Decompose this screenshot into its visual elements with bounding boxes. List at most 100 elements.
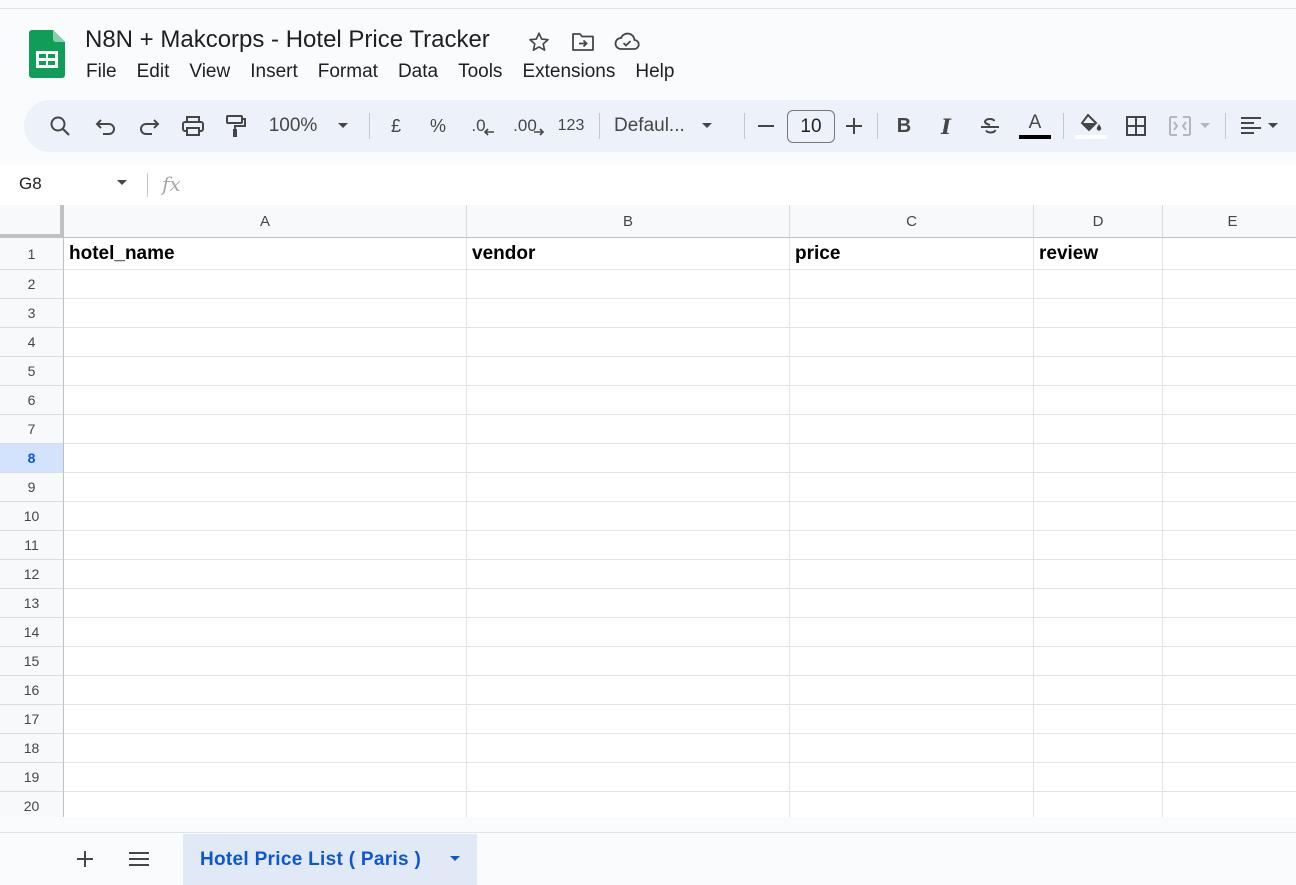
cell[interactable] [790, 357, 1034, 386]
strikethrough-button[interactable] [976, 110, 1004, 142]
cell[interactable] [64, 328, 467, 357]
cell[interactable] [467, 386, 790, 415]
cell[interactable] [1163, 618, 1296, 647]
percent-format-button[interactable]: % [424, 110, 452, 142]
cell[interactable] [467, 618, 790, 647]
cell[interactable] [1163, 705, 1296, 734]
spreadsheet-grid[interactable]: A B C D E 1 hotel_name vendor price review 2 3 4 5 6 7 8… [0, 205, 1296, 817]
borders-button[interactable] [1122, 110, 1150, 142]
menu-tools[interactable]: Tools [448, 59, 512, 87]
cell[interactable] [1163, 502, 1296, 531]
chevron-down-icon[interactable] [116, 179, 128, 187]
row-header[interactable]: 16 [0, 676, 64, 705]
cell[interactable] [1163, 763, 1296, 792]
cell[interactable] [790, 560, 1034, 589]
header-cell[interactable] [1163, 238, 1296, 270]
cell[interactable] [467, 647, 790, 676]
column-header[interactable]: B [467, 205, 790, 238]
cell[interactable] [64, 705, 467, 734]
cell[interactable] [467, 357, 790, 386]
cell[interactable] [1034, 676, 1163, 705]
menu-help[interactable]: Help [625, 59, 684, 87]
decrease-font-size-button[interactable] [754, 110, 778, 142]
cell[interactable] [467, 734, 790, 763]
cell[interactable] [790, 270, 1034, 299]
cell[interactable] [64, 647, 467, 676]
cell[interactable] [1163, 415, 1296, 444]
cell[interactable] [790, 763, 1034, 792]
cell[interactable] [1163, 328, 1296, 357]
cell[interactable] [790, 328, 1034, 357]
cell[interactable] [790, 444, 1034, 473]
cell[interactable] [64, 415, 467, 444]
cell[interactable] [1034, 357, 1163, 386]
cell[interactable] [1163, 792, 1296, 817]
cell[interactable] [64, 531, 467, 560]
cell[interactable] [467, 502, 790, 531]
cell[interactable] [1034, 792, 1163, 817]
cell[interactable] [790, 792, 1034, 817]
font-size-input[interactable]: 10 [787, 110, 835, 143]
row-header[interactable]: 20 [0, 792, 64, 817]
cell[interactable] [1034, 647, 1163, 676]
row-header[interactable]: 13 [0, 589, 64, 618]
cell[interactable] [1034, 386, 1163, 415]
star-icon[interactable] [526, 29, 552, 55]
cell[interactable] [790, 618, 1034, 647]
currency-format-button[interactable]: £ [382, 110, 410, 142]
cell[interactable] [467, 792, 790, 817]
cell[interactable] [1034, 705, 1163, 734]
increase-decimal-button[interactable]: .00 [510, 110, 548, 142]
row-header[interactable]: 9 [0, 473, 64, 502]
decrease-decimal-button[interactable]: .0 [466, 110, 500, 142]
cell[interactable] [467, 415, 790, 444]
cell[interactable] [1163, 676, 1296, 705]
cell[interactable] [64, 589, 467, 618]
cell[interactable] [64, 444, 467, 473]
cell[interactable] [64, 473, 467, 502]
cell[interactable] [1163, 734, 1296, 763]
document-title[interactable]: N8N + Makcorps - Hotel Price Tracker [85, 25, 490, 55]
cell[interactable] [64, 502, 467, 531]
row-header[interactable]: 3 [0, 299, 64, 328]
cell[interactable] [1163, 589, 1296, 618]
print-icon[interactable] [179, 110, 207, 142]
undo-icon[interactable] [92, 110, 120, 142]
cell[interactable] [467, 560, 790, 589]
cell[interactable] [1163, 357, 1296, 386]
row-header[interactable]: 5 [0, 357, 64, 386]
cell[interactable] [467, 763, 790, 792]
add-sheet-button[interactable] [72, 846, 98, 872]
cell[interactable] [1163, 647, 1296, 676]
horizontal-align-button[interactable] [1236, 110, 1282, 142]
cell[interactable] [790, 473, 1034, 502]
merge-cells-button[interactable] [1164, 110, 1214, 142]
cell[interactable] [1034, 473, 1163, 502]
menu-file[interactable]: File [76, 59, 127, 87]
row-header[interactable]: 12 [0, 560, 64, 589]
cell[interactable] [467, 444, 790, 473]
row-header[interactable]: 1 [0, 238, 64, 270]
cell[interactable] [467, 589, 790, 618]
chevron-down-icon[interactable] [449, 855, 461, 863]
cell[interactable] [790, 531, 1034, 560]
name-box[interactable]: G8 [19, 174, 42, 194]
cell[interactable] [1163, 473, 1296, 502]
cloud-saved-icon[interactable] [614, 29, 640, 55]
cell[interactable] [790, 386, 1034, 415]
cell[interactable] [1034, 270, 1163, 299]
cell[interactable] [790, 734, 1034, 763]
cell[interactable] [1163, 386, 1296, 415]
column-header[interactable]: C [790, 205, 1034, 238]
cell[interactable] [64, 386, 467, 415]
cell[interactable] [790, 676, 1034, 705]
row-header[interactable]: 17 [0, 705, 64, 734]
cell[interactable] [64, 270, 467, 299]
column-header[interactable]: A [64, 205, 467, 238]
cell[interactable] [64, 734, 467, 763]
cell[interactable] [467, 531, 790, 560]
cell[interactable] [1163, 299, 1296, 328]
header-cell[interactable]: price [790, 238, 1034, 270]
formula-input[interactable] [200, 171, 1280, 199]
menu-extensions[interactable]: Extensions [512, 59, 625, 87]
